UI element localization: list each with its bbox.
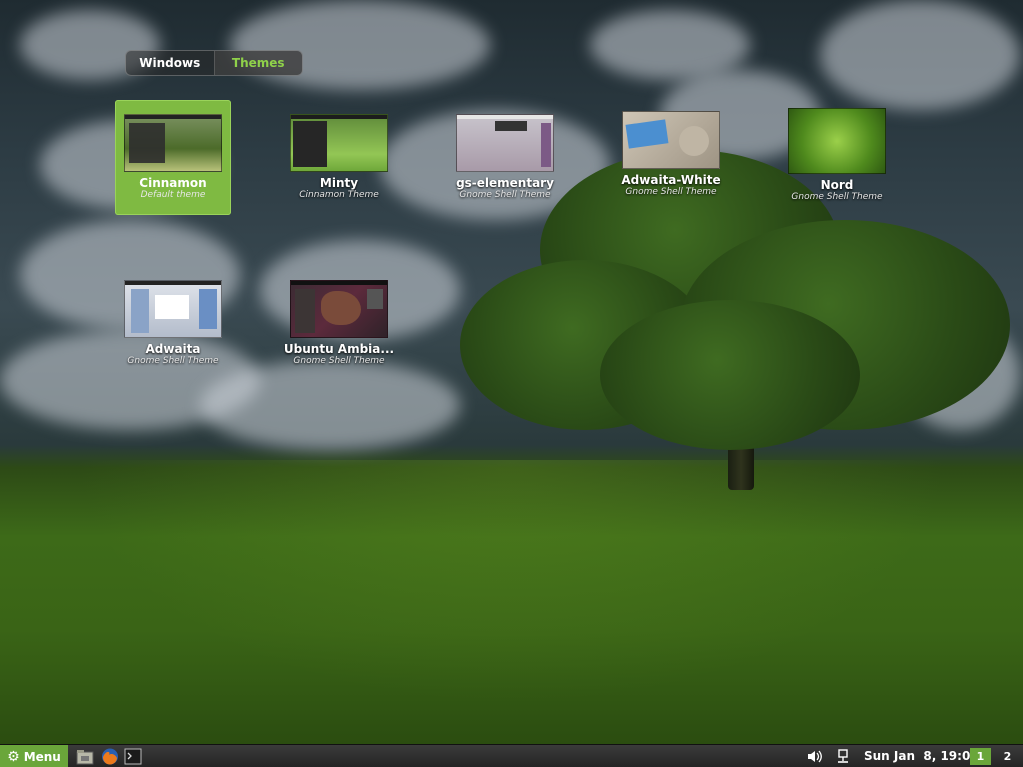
theme-item-minty[interactable]: Minty Cinnamon Theme xyxy=(281,114,397,200)
theme-name: Ubuntu Ambia... xyxy=(283,342,395,356)
theme-item-cinnamon[interactable]: Cinnamon Default theme xyxy=(115,100,231,215)
theme-name: Adwaita-White xyxy=(621,173,721,187)
gear-icon: ⚙ xyxy=(7,748,20,765)
bottom-panel: ⚙ Menu Sun Jan 8, 19:05 1 2 xyxy=(0,744,1023,767)
menu-label: Menu xyxy=(23,749,61,764)
theme-name: gs-elementary xyxy=(456,176,554,190)
theme-name: Cinnamon xyxy=(139,176,207,190)
theme-subtitle: Gnome Shell Theme xyxy=(293,356,385,366)
theme-thumbnail xyxy=(290,114,388,172)
theme-subtitle: Cinnamon Theme xyxy=(299,190,379,200)
tab-themes[interactable]: Themes xyxy=(213,51,302,75)
theme-subtitle: Gnome Shell Theme xyxy=(127,356,219,366)
menu-button[interactable]: ⚙ Menu xyxy=(0,745,68,767)
theme-subtitle: Default theme xyxy=(140,190,206,200)
volume-icon[interactable] xyxy=(806,748,824,765)
theme-name: Minty xyxy=(319,176,359,190)
theme-item-ubuntu-ambiance[interactable]: Ubuntu Ambia... Gnome Shell Theme xyxy=(281,280,397,366)
tab-windows[interactable]: Windows xyxy=(126,51,214,75)
theme-thumbnail xyxy=(456,114,554,172)
theme-thumbnail xyxy=(124,114,222,172)
theme-thumbnail xyxy=(124,280,222,338)
theme-subtitle: Gnome Shell Theme xyxy=(459,190,551,200)
theme-item-adwaita-white[interactable]: Adwaita-White Gnome Shell Theme xyxy=(613,111,729,197)
theme-subtitle: Gnome Shell Theme xyxy=(791,192,883,202)
theme-item-adwaita[interactable]: Adwaita Gnome Shell Theme xyxy=(115,280,231,366)
firefox-icon[interactable] xyxy=(101,748,119,765)
theme-thumbnail xyxy=(788,108,886,174)
theme-thumbnail xyxy=(622,111,720,169)
workspace-1[interactable]: 1 xyxy=(970,748,991,765)
view-switcher: Windows Themes xyxy=(125,50,303,76)
file-manager-icon[interactable] xyxy=(76,748,94,765)
network-icon[interactable] xyxy=(834,748,852,765)
clock[interactable]: Sun Jan 8, 19:05 xyxy=(864,749,979,763)
theme-name: Adwaita xyxy=(145,342,201,356)
workspace-2[interactable]: 2 xyxy=(997,748,1018,765)
theme-item-gs-elementary[interactable]: gs-elementary Gnome Shell Theme xyxy=(447,114,563,200)
theme-name: Nord xyxy=(820,178,854,192)
theme-item-nord[interactable]: Nord Gnome Shell Theme xyxy=(779,108,895,202)
theme-subtitle: Gnome Shell Theme xyxy=(625,187,717,197)
theme-thumbnail xyxy=(290,280,388,338)
terminal-icon[interactable] xyxy=(124,748,142,765)
desktop: Windows Themes Cinnamon Default theme Mi… xyxy=(0,0,1023,767)
